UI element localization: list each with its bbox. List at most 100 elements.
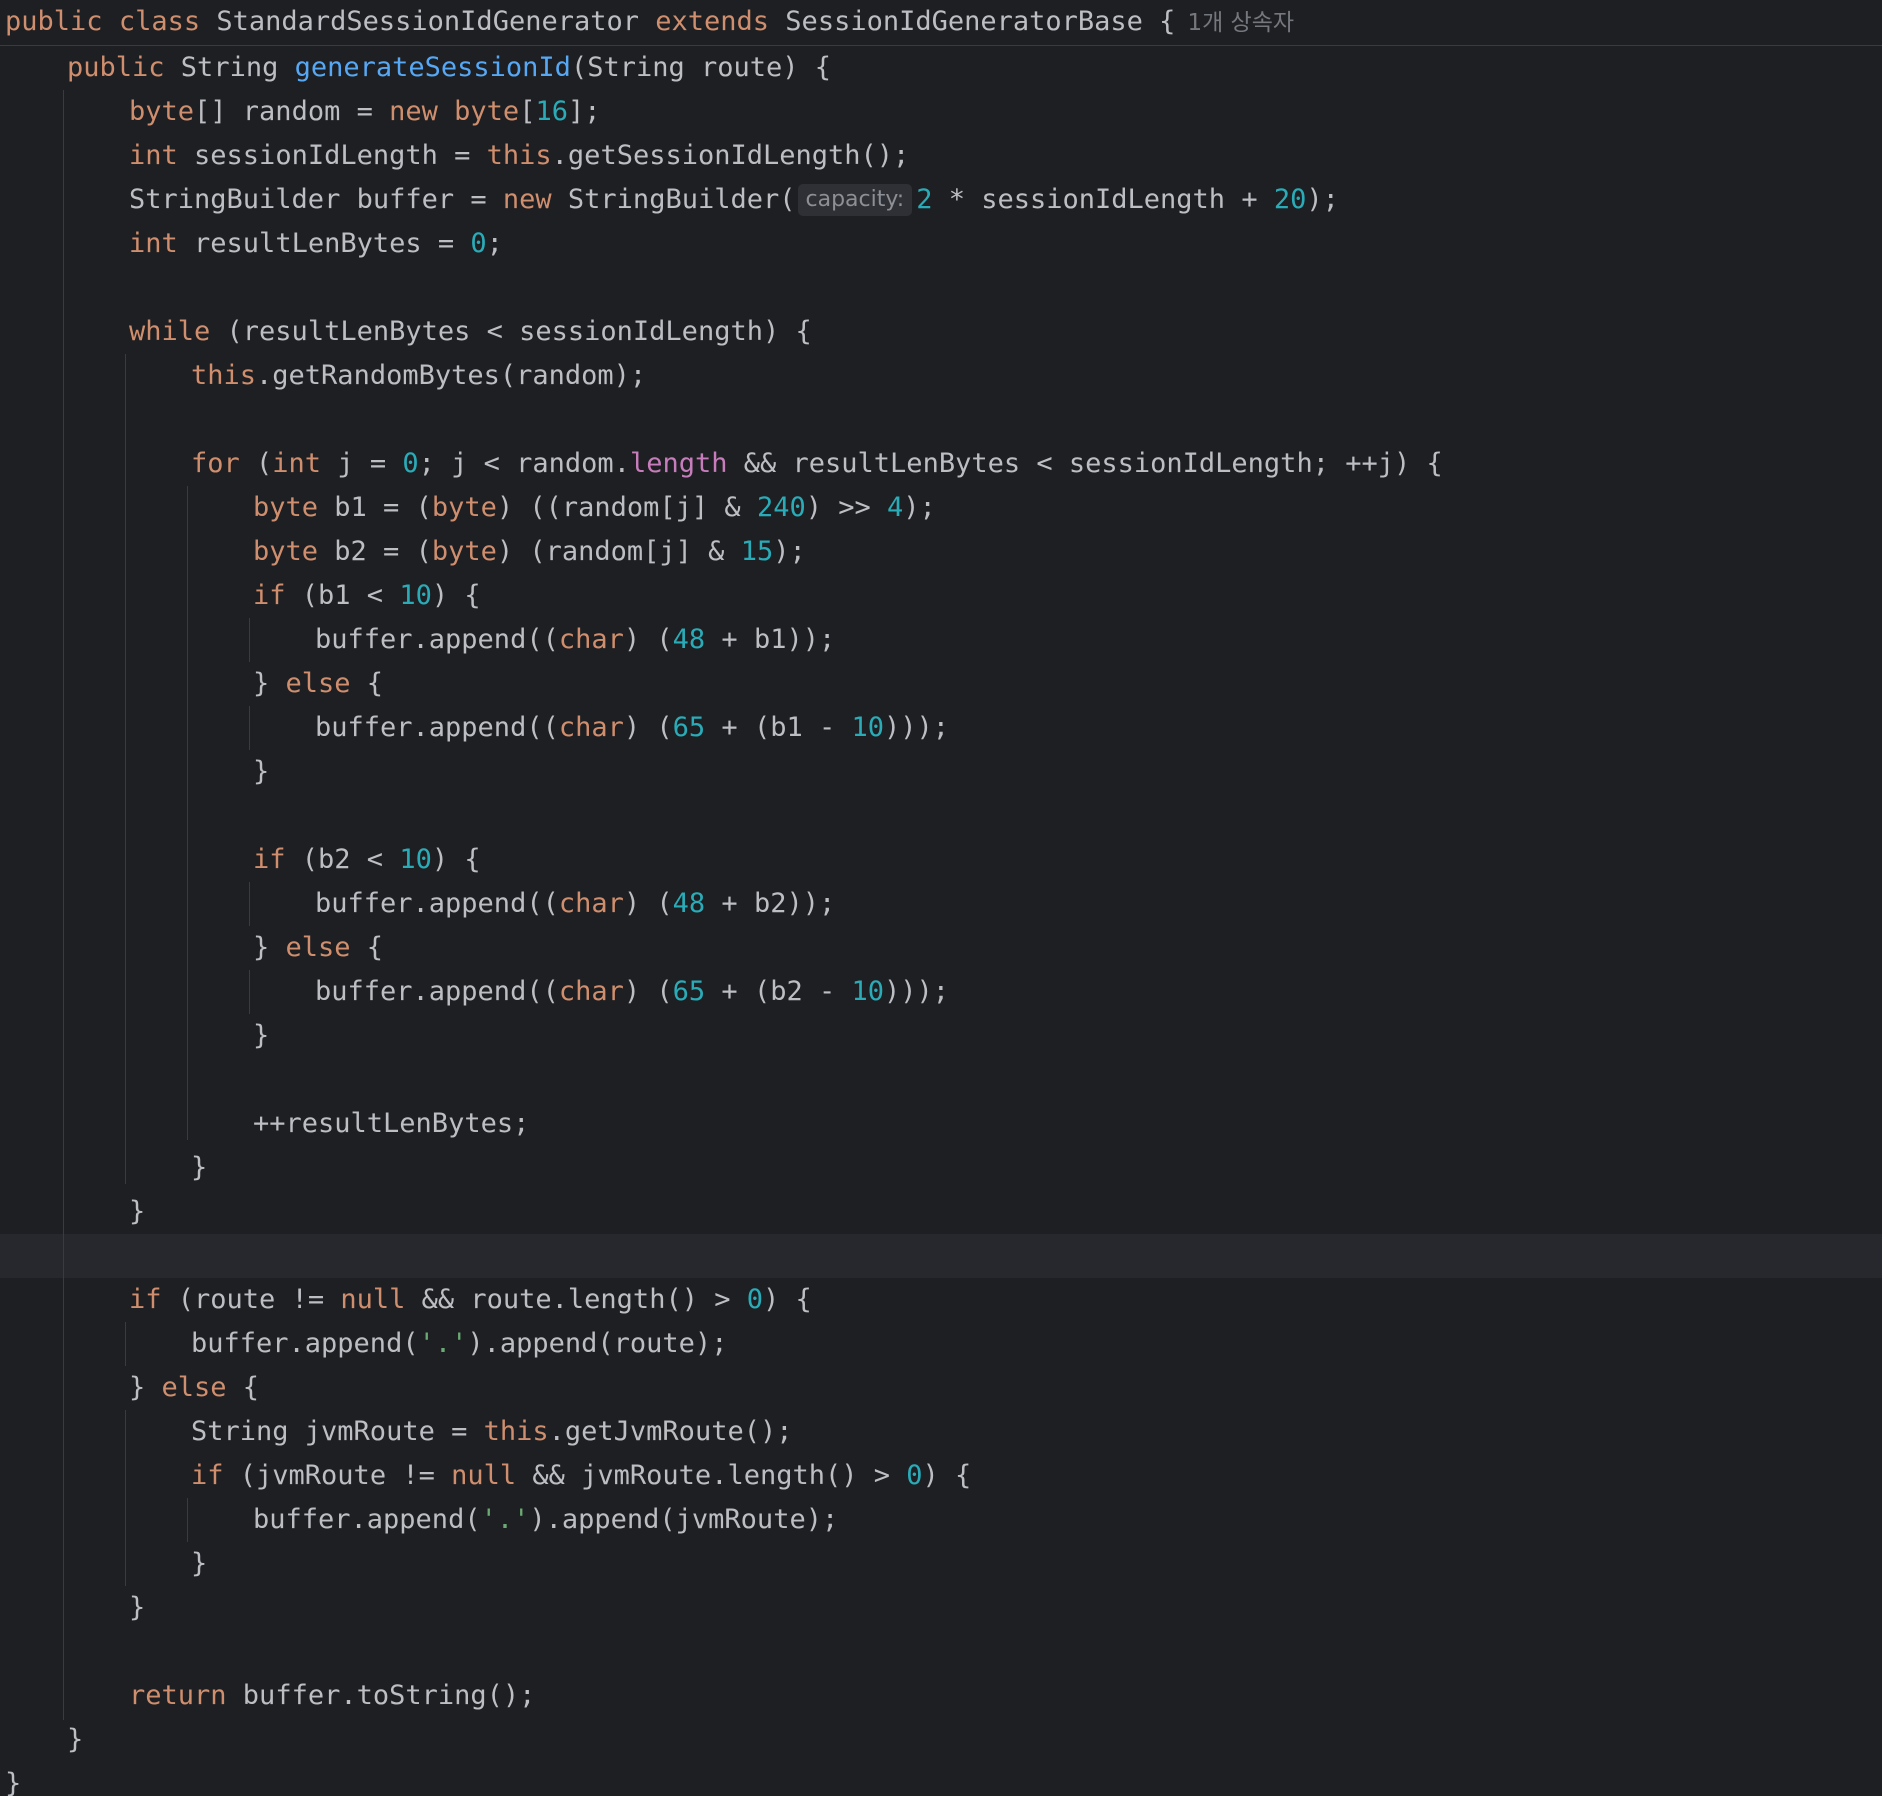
code-token: ) ((random[j] & (496, 492, 757, 523)
code-token: ).append(jvmRoute); (529, 1504, 839, 1535)
code-line: return buffer.toString(); (129, 1674, 535, 1718)
code-token: ) { (922, 1460, 972, 1491)
code-token: ]; (567, 96, 601, 127)
indent-guide (187, 1498, 188, 1542)
code-token: 16 (535, 96, 568, 127)
code-line: public class StandardSessionIdGenerator … (5, 0, 1294, 44)
code-token: 65 (672, 712, 706, 743)
indent-guide (249, 618, 250, 662)
code-token: buffer.append(( (315, 888, 559, 919)
code-token: 48 (672, 888, 706, 919)
code-token: 2 (916, 184, 933, 215)
code-token: ) { (431, 844, 481, 875)
code-line: String jvmRoute = this.getJvmRoute(); (191, 1410, 792, 1454)
code-token: length (629, 448, 728, 479)
code-line: } (129, 1190, 145, 1234)
code-line: } (67, 1718, 83, 1762)
code-token: ) ( (623, 624, 673, 655)
code-line: } (253, 750, 269, 794)
code-token: 0 (746, 1284, 763, 1315)
code-token: else (285, 668, 351, 699)
code-token: byte (454, 96, 520, 127)
code-token: this (191, 360, 257, 391)
code-token: (b2 < (285, 844, 400, 875)
code-line: } else { (129, 1366, 259, 1410)
code-token: ) ( (623, 976, 673, 1007)
code-line: buffer.append((char) (48 + b2)); (315, 882, 835, 926)
code-token: { (350, 668, 384, 699)
code-token: 65 (672, 976, 706, 1007)
code-token: && resultLenBytes < sessionIdLength; ++j… (727, 448, 1443, 479)
code-line: int resultLenBytes = 0; (129, 222, 503, 266)
code-token: buffer.toString(); (226, 1680, 536, 1711)
code-token: ) (random[j] & (496, 536, 741, 567)
code-line: } (253, 1014, 269, 1058)
code-token: byte (253, 492, 319, 523)
code-token: { (350, 932, 384, 963)
code-line: if (route != null && route.length() > 0)… (129, 1278, 812, 1322)
code-token: ) ( (623, 888, 673, 919)
code-line: buffer.append('.').append(jvmRoute); (253, 1498, 838, 1542)
code-line: buffer.append((char) (48 + b1)); (315, 618, 835, 662)
code-token: new (389, 96, 438, 127)
code-token: ) { (431, 580, 481, 611)
parameter-inlay-hint: capacity: (797, 184, 913, 216)
code-token: } (191, 1152, 208, 1183)
sticky-class-header[interactable]: public class StandardSessionIdGenerator … (0, 0, 1882, 46)
code-token: new (502, 184, 552, 215)
indent-guide (187, 486, 188, 1140)
code-token: StandardSessionIdGenerator (200, 6, 656, 37)
code-token: '.' (418, 1328, 468, 1359)
code-token: (jvmRoute != (223, 1460, 452, 1491)
indent-guide (63, 90, 64, 1720)
code-token: && route.length() > (405, 1284, 747, 1315)
code-line: for (int j = 0; j < random.length && res… (191, 442, 1443, 486)
code-line: ++resultLenBytes; (253, 1102, 529, 1146)
inheritors-inlay-hint[interactable]: 1개 상속자 (1187, 10, 1294, 36)
code-token: b2 = ( (318, 536, 432, 567)
code-token: } (129, 1372, 162, 1403)
code-line: byte[] random = new byte[16]; (129, 90, 600, 134)
code-token: else (285, 932, 351, 963)
code-token: 10 (851, 712, 884, 743)
code-token: ))); (884, 712, 950, 743)
code-token: ++resultLenBytes; (253, 1108, 530, 1139)
code-token: if (253, 580, 286, 611)
code-editor[interactable]: public class StandardSessionIdGenerator … (0, 0, 1882, 1796)
code-token: (resultLenBytes < sessionIdLength) { (210, 316, 812, 347)
code-line: byte b2 = (byte) (random[j] & 15); (253, 530, 806, 574)
code-token: char (558, 624, 624, 655)
code-token: + b2)); (705, 888, 836, 919)
code-token: 10 (399, 580, 432, 611)
code-token: ; (486, 228, 503, 259)
code-token: 15 (740, 536, 774, 567)
code-token: [] random = (194, 96, 390, 127)
code-token: && jvmRoute.length() > (516, 1460, 907, 1491)
code-line: } (5, 1762, 21, 1796)
code-token: } (253, 1020, 270, 1051)
code-token: } (253, 668, 286, 699)
code-line: } (191, 1146, 207, 1190)
code-token: ) ( (623, 712, 673, 743)
code-token: .getJvmRoute(); (548, 1416, 793, 1447)
code-token: class (118, 6, 201, 37)
code-line: } (191, 1542, 207, 1586)
code-token: null (340, 1284, 406, 1315)
code-token: while (129, 316, 211, 347)
code-token: { (226, 1372, 260, 1403)
code-line: int sessionIdLength = this.getSessionIdL… (129, 134, 909, 178)
code-line: buffer.append((char) (65 + (b2 - 10))); (315, 970, 949, 1014)
code-token: } (5, 1768, 22, 1796)
code-token: if (129, 1284, 162, 1315)
code-token: b1 = ( (318, 492, 432, 523)
code-token: String jvmRoute = (191, 1416, 484, 1447)
code-token: } (129, 1592, 146, 1623)
code-token: char (558, 976, 624, 1007)
code-line: buffer.append('.').append(route); (191, 1322, 727, 1366)
code-token: else (161, 1372, 227, 1403)
code-line: this.getRandomBytes(random); (191, 354, 646, 398)
code-token: public (5, 6, 103, 37)
code-token: j = (321, 448, 403, 479)
code-line: } (129, 1586, 145, 1630)
